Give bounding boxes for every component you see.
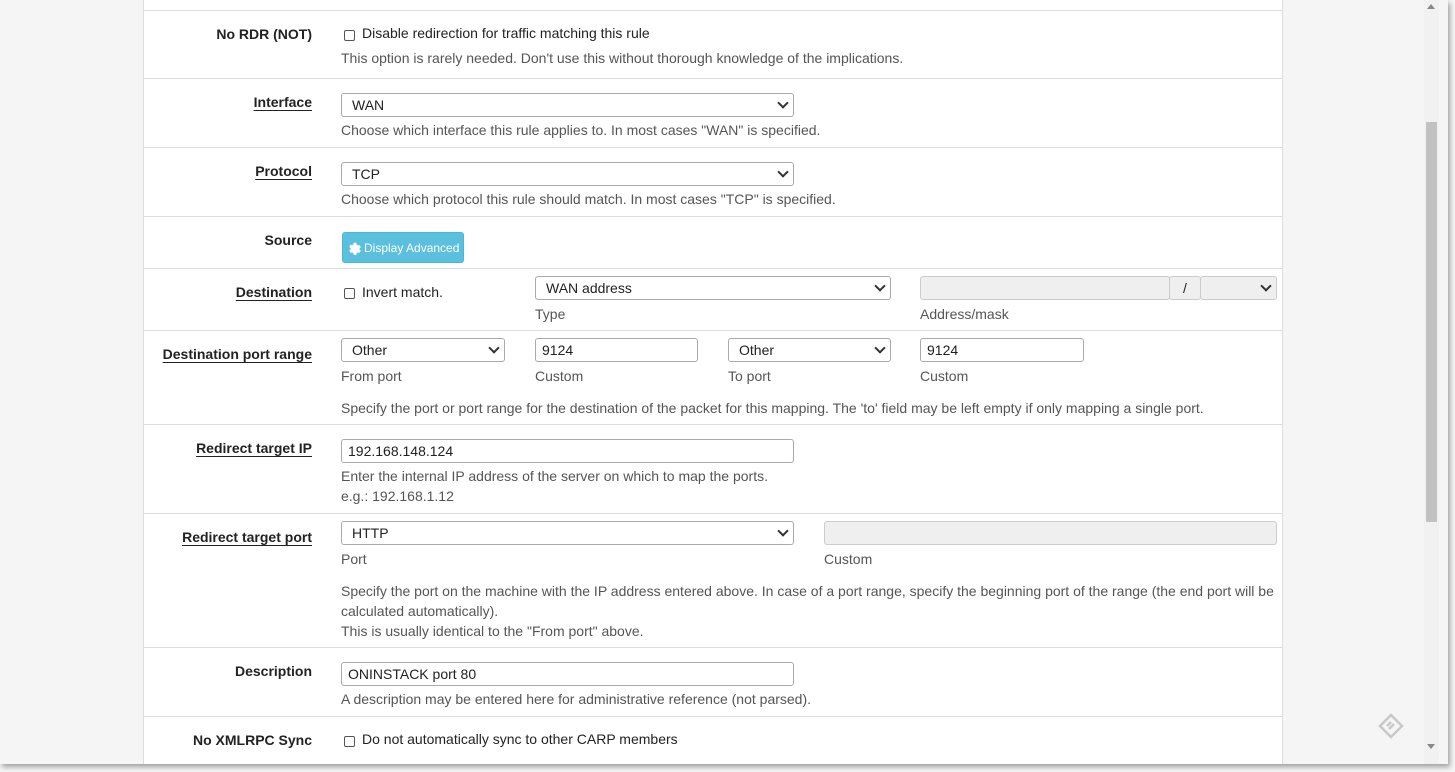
slash-text: / [1183,280,1187,296]
scroll-up-arrow-icon[interactable] [1427,4,1435,9]
row-protocol: Protocol TCP Choose which protocol this … [144,147,1282,217]
destination-mask-select [1200,276,1277,300]
from-custom-caption: Custom [535,368,584,384]
interface-select-value: WAN [352,97,385,113]
address-mask-caption: Address/mask [920,306,1009,322]
display-advanced-button[interactable]: Display Advanced [342,232,464,263]
redirect-ip-label[interactable]: Redirect target IP [196,440,312,456]
row-description: Description ONINSTACK port 80 A descript… [144,647,1282,717]
row-redirect-port: Redirect target port HTTP Port Custom Sp… [144,513,1282,648]
redirect-ip-input[interactable]: 192.168.148.124 [341,439,794,463]
address-mask-separator: / [1169,276,1201,300]
destination-type-select[interactable]: WAN address [535,276,891,300]
no-xmlrpc-checkbox-label[interactable]: Do not automatically sync to other CARP … [362,731,678,747]
destination-address-input [920,276,1170,300]
chevron-down-icon [1260,280,1272,292]
no-rdr-help: This option is rarely needed. Don't use … [341,50,904,66]
gear-icon [349,242,361,255]
from-port-caption: From port [341,368,402,384]
rule-edit-panel: No RDR (NOT) Disable redirection for tra… [143,0,1283,764]
display-advanced-label: Display Advanced [364,240,460,255]
row-interface: Interface WAN Choose which interface thi… [144,78,1282,148]
description-input[interactable]: ONINSTACK port 80 [341,662,794,686]
redirect-ip-example: e.g.: 192.168.1.12 [341,488,454,504]
protocol-help: Choose which protocol this rule should m… [341,191,836,207]
protocol-select-value: TCP [352,166,380,182]
protocol-select[interactable]: TCP [341,162,794,186]
from-port-value: Other [352,342,388,358]
no-rdr-checkbox[interactable] [344,30,355,41]
no-rdr-label: No RDR (NOT) [216,26,312,42]
to-port-custom-input[interactable]: 9124 [920,338,1084,362]
no-xmlrpc-checkbox[interactable] [344,736,355,747]
dest-port-range-label[interactable]: Destination port range [163,346,312,362]
redirect-port-help-3: This is usually identical to the "From p… [341,623,644,639]
row-redirect-ip: Redirect target IP 192.168.148.124 Enter… [144,424,1282,514]
destination-label[interactable]: Destination [236,284,312,300]
from-port-select[interactable]: Other [341,338,505,362]
interface-label[interactable]: Interface [254,94,312,110]
row-no-xmlrpc: No XMLRPC Sync Do not automatically sync… [144,716,1282,764]
redirect-ip-help: Enter the internal IP address of the ser… [341,468,768,484]
no-xmlrpc-label: No XMLRPC Sync [192,732,312,748]
chevron-down-icon [777,97,789,109]
vertical-scrollbar[interactable] [1424,0,1439,764]
source-label: Source [264,232,312,248]
description-help: A description may be entered here for ad… [341,691,812,707]
row-source: Source Display Advanced [144,216,1282,269]
redirect-port-help-1: Specify the port on the machine with the… [341,583,1274,599]
to-custom-caption: Custom [920,368,969,384]
redirect-port-custom-input [824,521,1277,545]
invert-match-checkbox[interactable] [344,288,355,299]
chevron-down-icon [488,342,500,354]
to-port-select[interactable]: Other [728,338,891,362]
to-port-value: Other [739,342,775,358]
invert-match-label[interactable]: Invert match. [362,284,443,300]
to-port-custom-value: 9124 [927,342,959,358]
redirect-port-help-2: calculated automatically). [341,603,499,619]
destination-type-caption: Type [535,306,566,322]
interface-select[interactable]: WAN [341,93,794,117]
scrollbar-thumb[interactable] [1426,122,1437,522]
dest-port-range-help: Specify the port or port range for the d… [341,400,1204,416]
destination-type-value: WAN address [546,280,632,296]
redirect-port-custom-caption: Custom [824,551,873,567]
row-dest-port-range: Destination port range Other From port 9… [144,330,1282,425]
browser-viewport: No RDR (NOT) Disable redirection for tra… [0,0,1448,764]
tag-icon[interactable] [1378,713,1404,739]
interface-help: Choose which interface this rule applies… [341,122,821,138]
from-port-custom-value: 9124 [542,342,574,358]
redirect-port-value: HTTP [352,525,389,541]
description-label: Description [234,663,312,679]
protocol-label[interactable]: Protocol [255,163,312,179]
scroll-down-arrow-icon[interactable] [1427,744,1435,749]
chevron-down-icon [874,280,886,292]
redirect-ip-value: 192.168.148.124 [348,443,454,459]
chevron-down-icon [874,342,886,354]
row-no-rdr: No RDR (NOT) Disable redirection for tra… [144,10,1282,79]
redirect-port-label[interactable]: Redirect target port [182,529,312,545]
no-rdr-checkbox-label[interactable]: Disable redirection for traffic matching… [362,25,650,41]
row-destination: Destination Invert match. WAN address Ty… [144,268,1282,331]
chevron-down-icon [777,525,789,537]
chevron-down-icon [777,166,789,178]
from-port-custom-input[interactable]: 9124 [535,338,698,362]
redirect-port-select[interactable]: HTTP [341,521,794,545]
to-port-caption: To port [728,368,771,384]
description-value: ONINSTACK port 80 [348,666,477,682]
redirect-port-caption: Port [341,551,367,567]
